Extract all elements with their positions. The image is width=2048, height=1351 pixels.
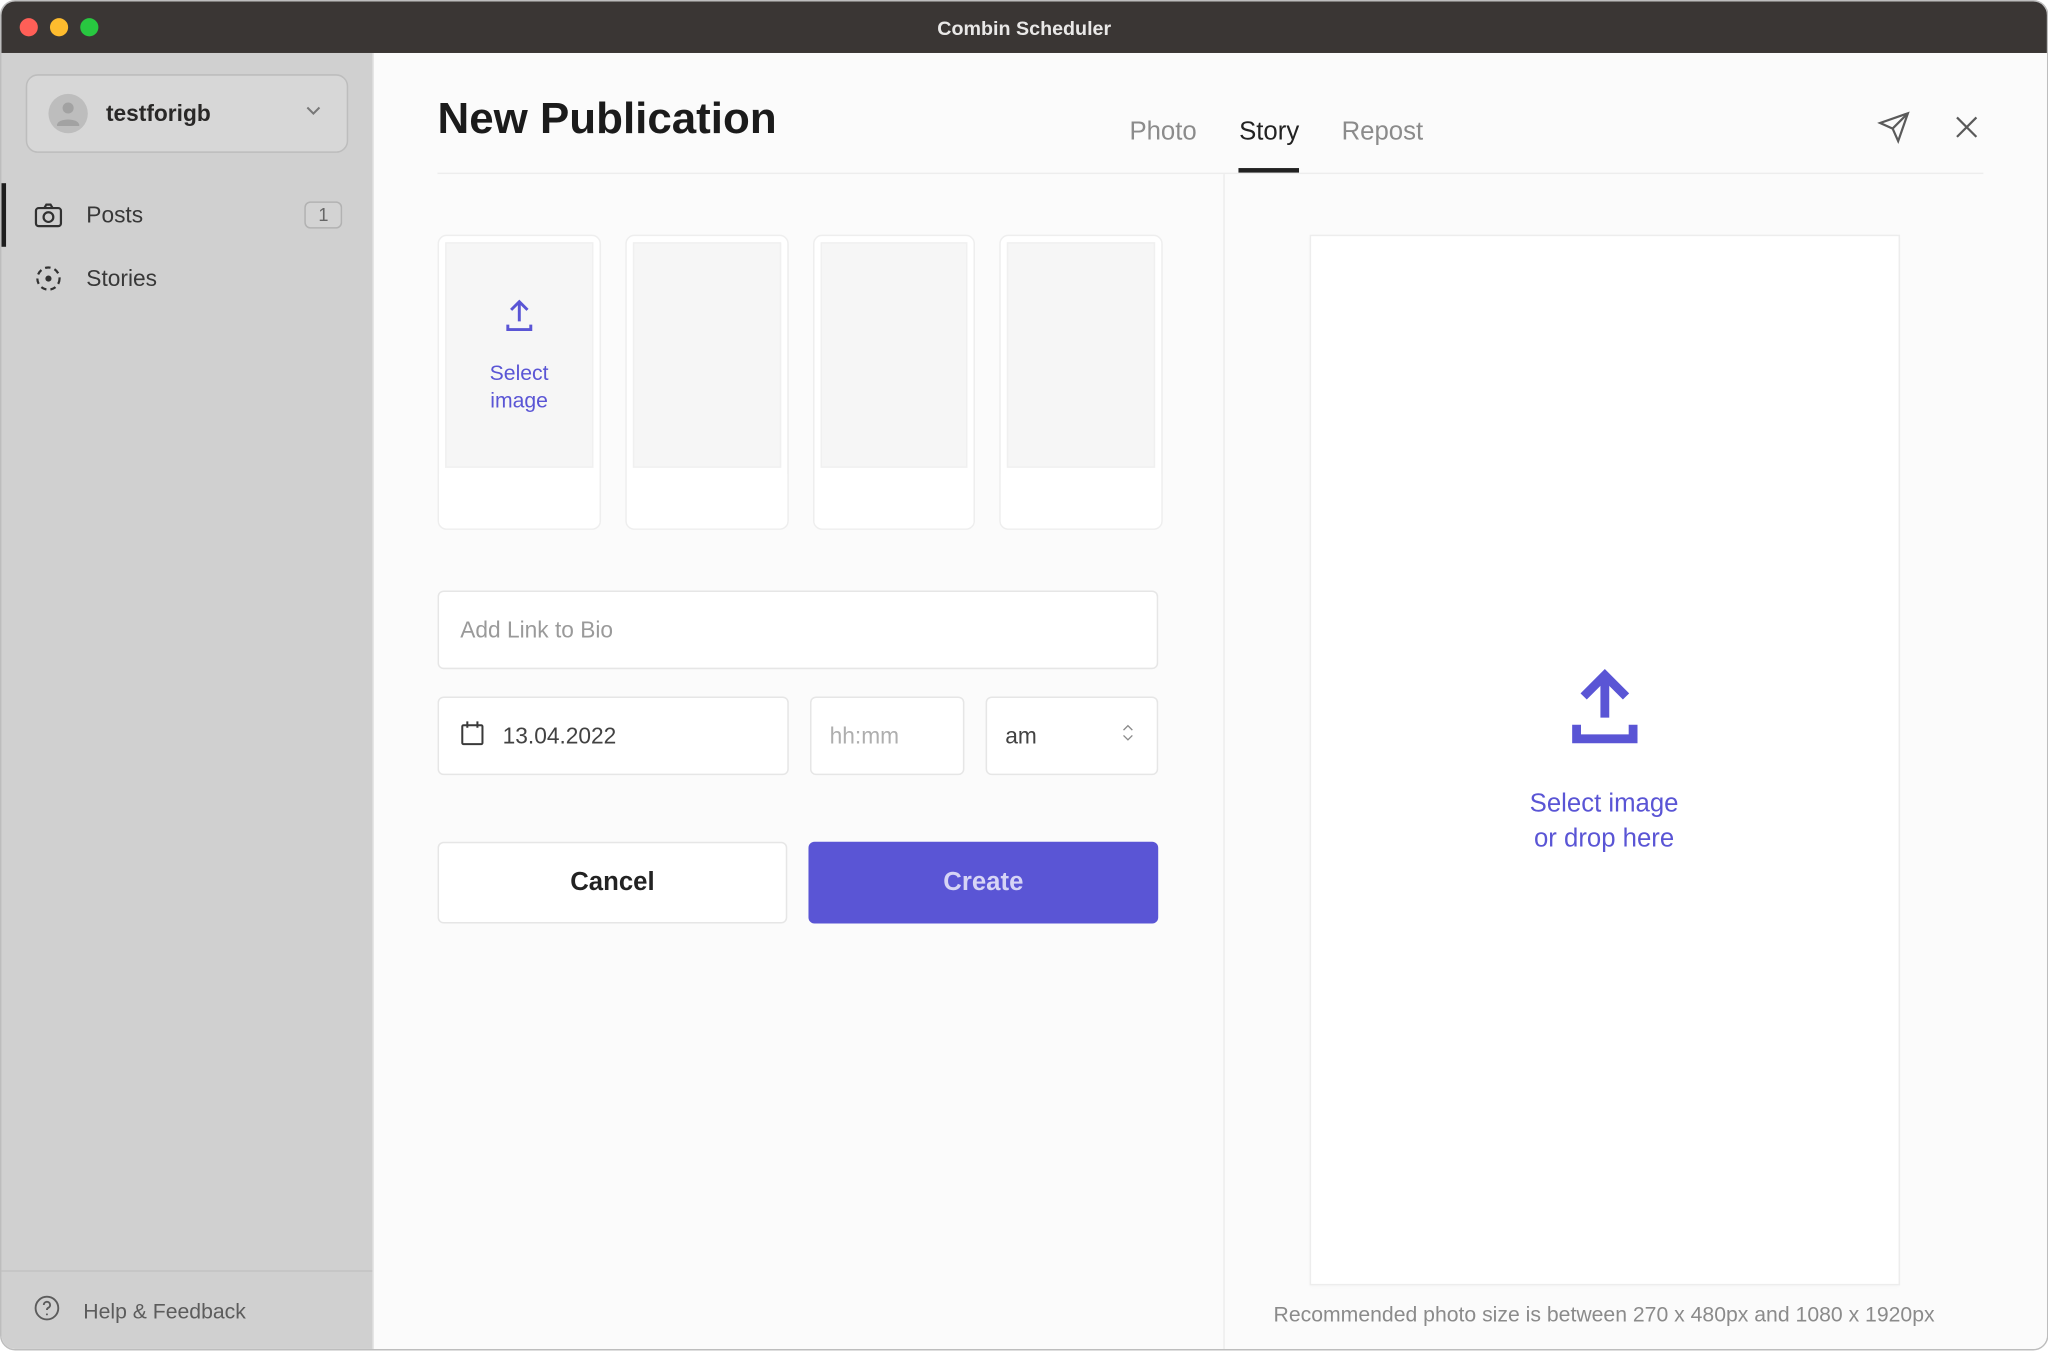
- main-panel: New Publication Photo Story Repost: [374, 53, 2047, 1349]
- avatar-icon: [48, 94, 87, 133]
- empty-image-slot[interactable]: [625, 235, 788, 530]
- sidebar-item-label: Stories: [86, 266, 342, 292]
- posts-count-badge: 1: [305, 201, 342, 228]
- maximize-window-button[interactable]: [80, 18, 98, 36]
- camera-icon: [32, 198, 65, 231]
- empty-image-slot[interactable]: [1000, 235, 1163, 530]
- help-feedback-button[interactable]: Help & Feedback: [2, 1270, 373, 1349]
- calendar-icon: [457, 717, 487, 755]
- close-window-button[interactable]: [20, 18, 38, 36]
- app-window: Combin Scheduler testforigb Posts 1: [0, 0, 2048, 1350]
- image-dropzone[interactable]: Select imageor drop here: [1309, 235, 1899, 1286]
- sidebar-item-stories[interactable]: Stories: [2, 247, 373, 311]
- send-icon[interactable]: [1877, 111, 1910, 152]
- page-title: New Publication: [438, 95, 777, 172]
- upload-icon: [1562, 664, 1647, 756]
- header: New Publication Photo Story Repost: [438, 95, 1984, 174]
- window-title: Combin Scheduler: [937, 16, 1111, 39]
- tab-repost[interactable]: Repost: [1342, 117, 1424, 173]
- stories-icon: [32, 262, 65, 295]
- account-name: testforigb: [106, 101, 283, 127]
- select-image-label: Selectimage: [490, 359, 549, 414]
- cancel-button[interactable]: Cancel: [438, 842, 788, 924]
- time-input[interactable]: [830, 723, 945, 749]
- chevron-down-icon: [301, 98, 325, 130]
- select-image-slot[interactable]: Selectimage: [438, 235, 601, 530]
- time-field[interactable]: [810, 696, 964, 775]
- publication-tabs: Photo Story Repost: [1129, 117, 1423, 173]
- sidebar-item-label: Posts: [86, 202, 283, 228]
- create-button[interactable]: Create: [808, 842, 1158, 924]
- image-slots: Selectimage: [438, 235, 1163, 530]
- sidebar-item-posts[interactable]: Posts 1: [2, 183, 373, 247]
- empty-image-slot[interactable]: [812, 235, 975, 530]
- titlebar: Combin Scheduler: [2, 2, 2047, 53]
- ampm-value: am: [1005, 723, 1037, 749]
- dropzone-label: Select imageor drop here: [1530, 787, 1679, 856]
- recommended-size-text: Recommended photo size is between 270 x …: [1274, 1301, 1935, 1331]
- date-field[interactable]: [438, 696, 789, 775]
- account-selector[interactable]: testforigb: [26, 74, 348, 153]
- date-input[interactable]: [503, 723, 769, 749]
- close-icon[interactable]: [1950, 111, 1983, 152]
- tab-story[interactable]: Story: [1239, 117, 1299, 173]
- sidebar: testforigb Posts 1 Stories: [2, 53, 374, 1349]
- help-feedback-label: Help & Feedback: [83, 1298, 246, 1322]
- help-icon: [32, 1293, 62, 1328]
- sidebar-nav: Posts 1 Stories: [2, 168, 373, 325]
- minimize-window-button[interactable]: [50, 18, 68, 36]
- stepper-icon: [1117, 718, 1138, 753]
- preview-column: Select imageor drop here Recommended pho…: [1225, 174, 1984, 1349]
- window-controls: [20, 18, 99, 36]
- upload-icon: [499, 296, 538, 343]
- tab-photo[interactable]: Photo: [1129, 117, 1196, 173]
- link-bio-field[interactable]: [438, 590, 1159, 669]
- ampm-select[interactable]: am: [986, 696, 1159, 775]
- link-bio-input[interactable]: [460, 617, 1135, 643]
- form-column: Selectimage: [438, 174, 1225, 1349]
